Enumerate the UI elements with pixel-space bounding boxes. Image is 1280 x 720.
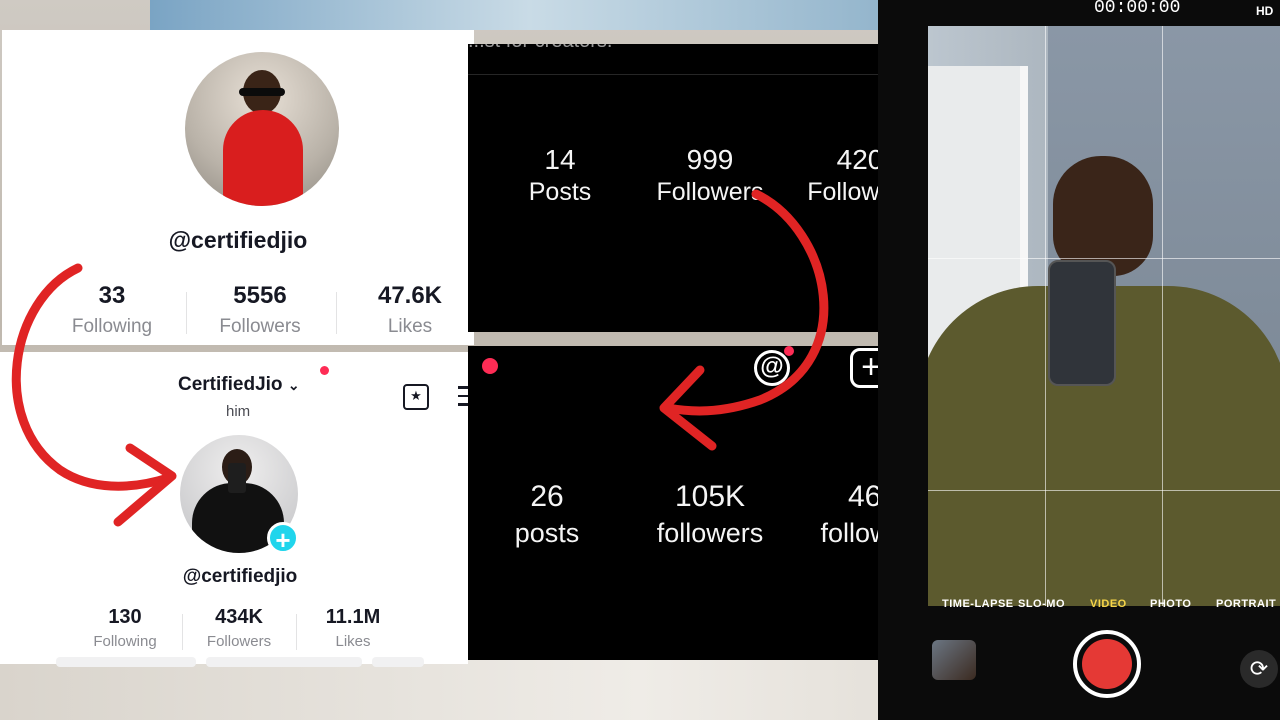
annotation-arrows	[11, 189, 829, 527]
